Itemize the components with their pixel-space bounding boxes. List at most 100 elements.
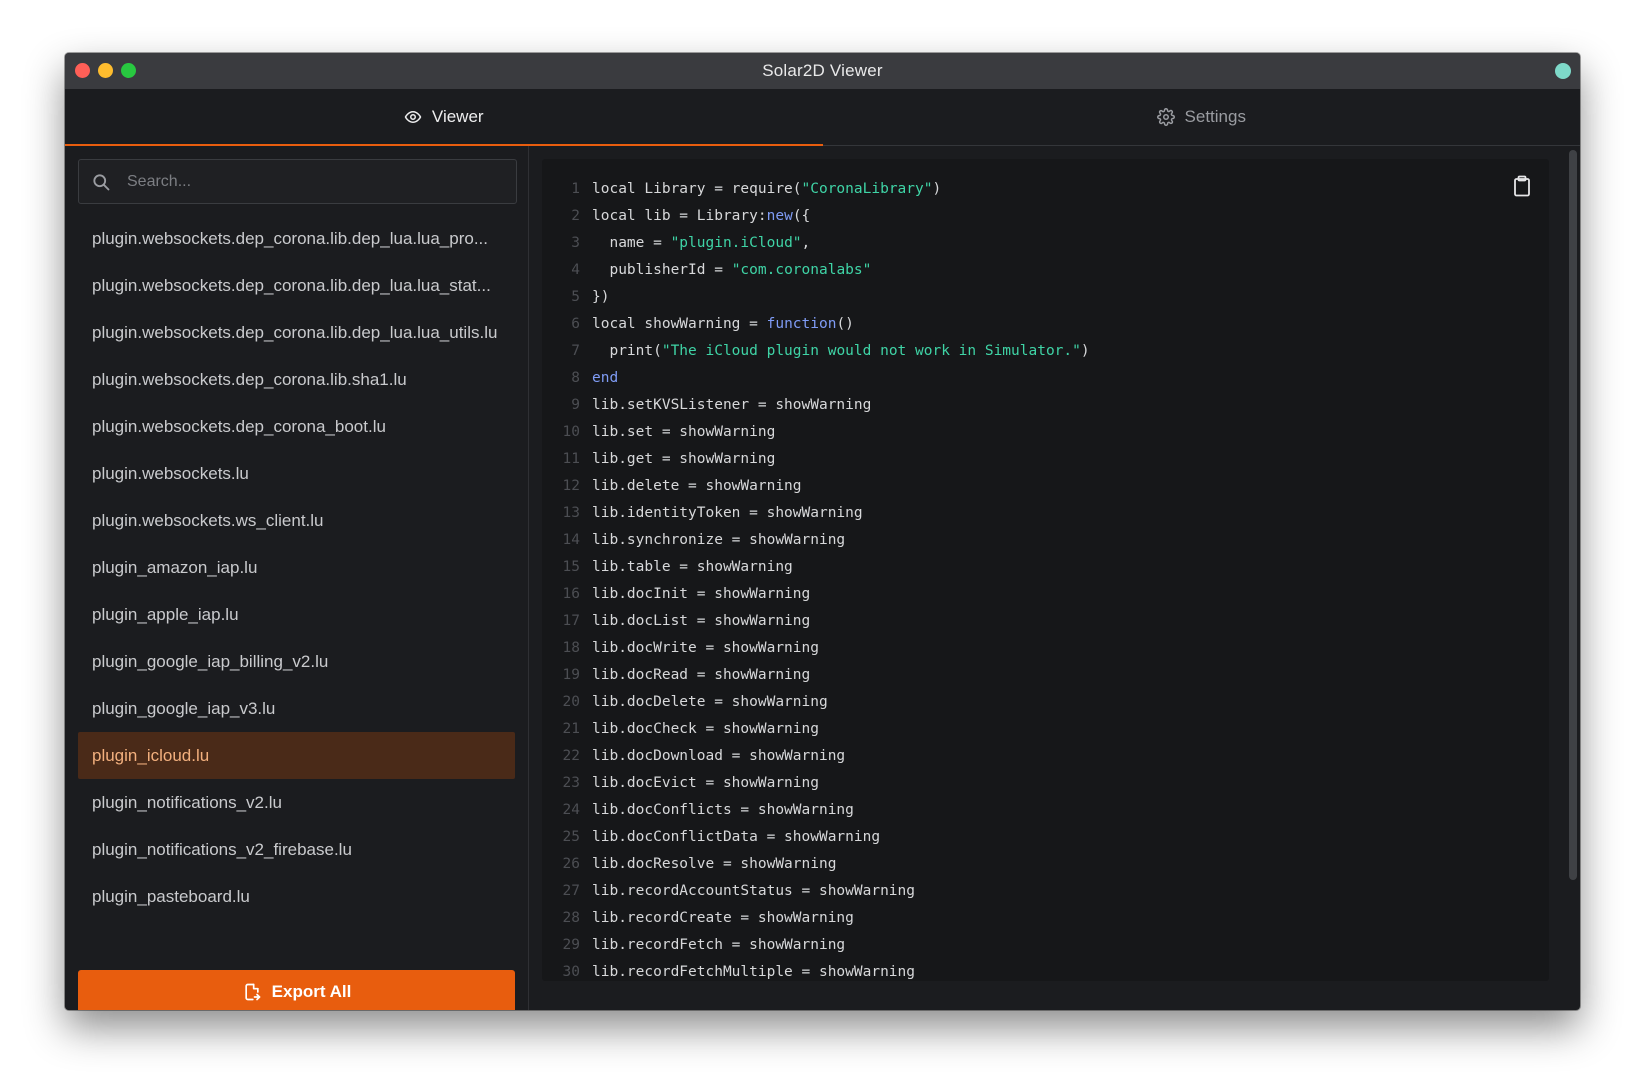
file-list-item[interactable]: plugin_google_iap_v3.lu	[78, 685, 515, 732]
code-text: lib.docEvict = showWarning	[592, 770, 819, 797]
code-text: local Library = require("CoronaLibrary")	[592, 176, 941, 203]
line-number: 21	[562, 721, 580, 737]
file-list-item[interactable]: plugin_pasteboard.lu	[78, 873, 515, 920]
line-number: 23	[562, 775, 580, 791]
search-input[interactable]	[125, 171, 489, 192]
line-number: 22	[562, 748, 580, 764]
code-token: lib.docList = showWarning	[592, 613, 811, 629]
window-title: Solar2D Viewer	[762, 61, 883, 80]
code-token: lib.docRead = showWarning	[592, 667, 811, 683]
export-all-button[interactable]: Export All	[78, 970, 515, 1010]
line-number: 16	[562, 586, 580, 602]
file-list-item[interactable]: plugin_apple_iap.lu	[78, 591, 515, 638]
code-line: 24 lib.docConflicts = showWarning	[542, 797, 1090, 824]
code-text: lib.identityToken = showWarning	[592, 500, 863, 527]
export-all-label: Export All	[271, 982, 352, 1001]
code-token: lib.recordFetch = showWarning	[592, 937, 846, 953]
scrollbar[interactable]	[1569, 150, 1577, 880]
close-window-button[interactable]	[75, 63, 90, 78]
code-text: end	[592, 365, 618, 392]
title-bar: Solar2D Viewer	[65, 53, 1580, 89]
line-number: 10	[562, 424, 580, 440]
code-line: 5})	[542, 284, 1090, 311]
string-token: "CoronaLibrary"	[801, 181, 933, 197]
code-line: 21 lib.docCheck = showWarning	[542, 716, 1090, 743]
code-token: lib.docResolve = showWarning	[592, 856, 837, 872]
file-list-item[interactable]: plugin.websockets.lu	[78, 450, 515, 497]
line-number: 11	[562, 451, 580, 467]
clipboard-icon[interactable]	[1513, 175, 1531, 197]
code-text: lib.docRead = showWarning	[592, 662, 810, 689]
tab-settings-label: Settings	[1184, 107, 1246, 126]
line-number: 6	[571, 316, 580, 332]
code-text: lib.recordAccountStatus = showWarning	[592, 878, 915, 905]
code-line: 17 lib.docList = showWarning	[542, 608, 1090, 635]
code-text: publisherId = "com.coronalabs"	[592, 257, 871, 284]
tab-viewer[interactable]: Viewer	[65, 89, 823, 146]
code-line: 14 lib.synchronize = showWarning	[542, 527, 1090, 554]
line-number: 29	[562, 937, 580, 953]
code-text: lib.docDelete = showWarning	[592, 689, 828, 716]
code-line: 2 local lib = Library:new({	[542, 203, 1090, 230]
code-token: lib.recordCreate = showWarning	[592, 910, 854, 926]
file-list-item[interactable]: plugin.websockets.dep_corona.lib.sha1.lu	[78, 356, 515, 403]
code-line: 23 lib.docEvict = showWarning	[542, 770, 1090, 797]
code-line: 19 lib.docRead = showWarning	[542, 662, 1090, 689]
tab-bar: Viewer Settings	[65, 89, 1580, 146]
tab-settings[interactable]: Settings	[823, 89, 1581, 145]
window-controls	[75, 63, 136, 78]
code-text: lib.docCheck = showWarning	[592, 716, 819, 743]
file-list-item[interactable]: plugin.websockets.dep_corona.lib.dep_lua…	[78, 215, 515, 262]
code-token: ({	[792, 208, 811, 224]
code-panel: 1 local Library = require("CoronaLibrary"…	[529, 146, 1580, 1010]
code-token: lib.docDownload = showWarning	[592, 748, 846, 764]
file-list-item[interactable]: plugin_amazon_iap.lu	[78, 544, 515, 591]
code-line: 26 lib.docResolve = showWarning	[542, 851, 1090, 878]
file-list-item[interactable]: plugin.websockets.dep_corona.lib.dep_lua…	[78, 262, 515, 309]
app-window: Solar2D Viewer Viewer Settings plugin.we…	[65, 53, 1580, 1010]
code-text: lib.docInit = showWarning	[592, 581, 810, 608]
file-list-item[interactable]: plugin_google_iap_billing_v2.lu	[78, 638, 515, 685]
code-line: 27 lib.recordAccountStatus = showWarning	[542, 878, 1090, 905]
code-token: })	[592, 289, 610, 305]
string-token: "plugin.iCloud"	[670, 235, 802, 251]
code-line: 4 publisherId = "com.coronalabs"	[542, 257, 1090, 284]
code-lines: 1 local Library = require("CoronaLibrary"…	[542, 176, 1090, 981]
line-number: 7	[571, 343, 580, 359]
line-number: 19	[562, 667, 580, 683]
line-number: 8	[571, 370, 580, 386]
code-token: local Library = require(	[592, 181, 802, 197]
file-list-item[interactable]: plugin_notifications_v2.lu	[78, 779, 515, 826]
code-token: lib.docWrite = showWarning	[592, 640, 819, 656]
line-number: 1	[571, 181, 580, 197]
export-file-icon	[245, 983, 261, 1001]
line-number: 17	[562, 613, 580, 629]
code-viewer: 1 local Library = require("CoronaLibrary"…	[542, 159, 1549, 981]
code-line: 11 lib.get = showWarning	[542, 446, 1090, 473]
code-token: lib.identityToken = showWarning	[592, 505, 863, 521]
code-token: lib.setKVSListener = showWarning	[592, 397, 872, 413]
code-text: lib.recordFetchMultiple = showWarning	[592, 959, 915, 981]
code-text: lib.docResolve = showWarning	[592, 851, 836, 878]
line-number: 24	[562, 802, 580, 818]
code-line: 18 lib.docWrite = showWarning	[542, 635, 1090, 662]
code-token: lib.docCheck = showWarning	[592, 721, 819, 737]
file-list-item[interactable]: plugin.websockets.dep_corona_boot.lu	[78, 403, 515, 450]
code-text: local lib = Library:new({	[592, 203, 810, 230]
file-list-item[interactable]: plugin.websockets.dep_corona.lib.dep_lua…	[78, 309, 515, 356]
file-list-item[interactable]: plugin_icloud.lu	[78, 732, 515, 779]
minimize-window-button[interactable]	[98, 63, 113, 78]
code-line: 15 lib.table = showWarning	[542, 554, 1090, 581]
code-text: lib.docConflicts = showWarning	[592, 797, 854, 824]
line-number: 4	[571, 262, 580, 278]
file-list-item[interactable]: plugin.websockets.ws_client.lu	[78, 497, 515, 544]
maximize-window-button[interactable]	[121, 63, 136, 78]
line-number: 5	[571, 289, 580, 305]
keyword-token: function	[766, 316, 837, 332]
line-number: 12	[562, 478, 580, 494]
code-line: 12 lib.delete = showWarning	[542, 473, 1090, 500]
line-number: 3	[571, 235, 580, 251]
file-list-item[interactable]: plugin_notifications_v2_firebase.lu	[78, 826, 515, 873]
code-text: lib.table = showWarning	[592, 554, 793, 581]
code-token: lib.docInit = showWarning	[592, 586, 811, 602]
